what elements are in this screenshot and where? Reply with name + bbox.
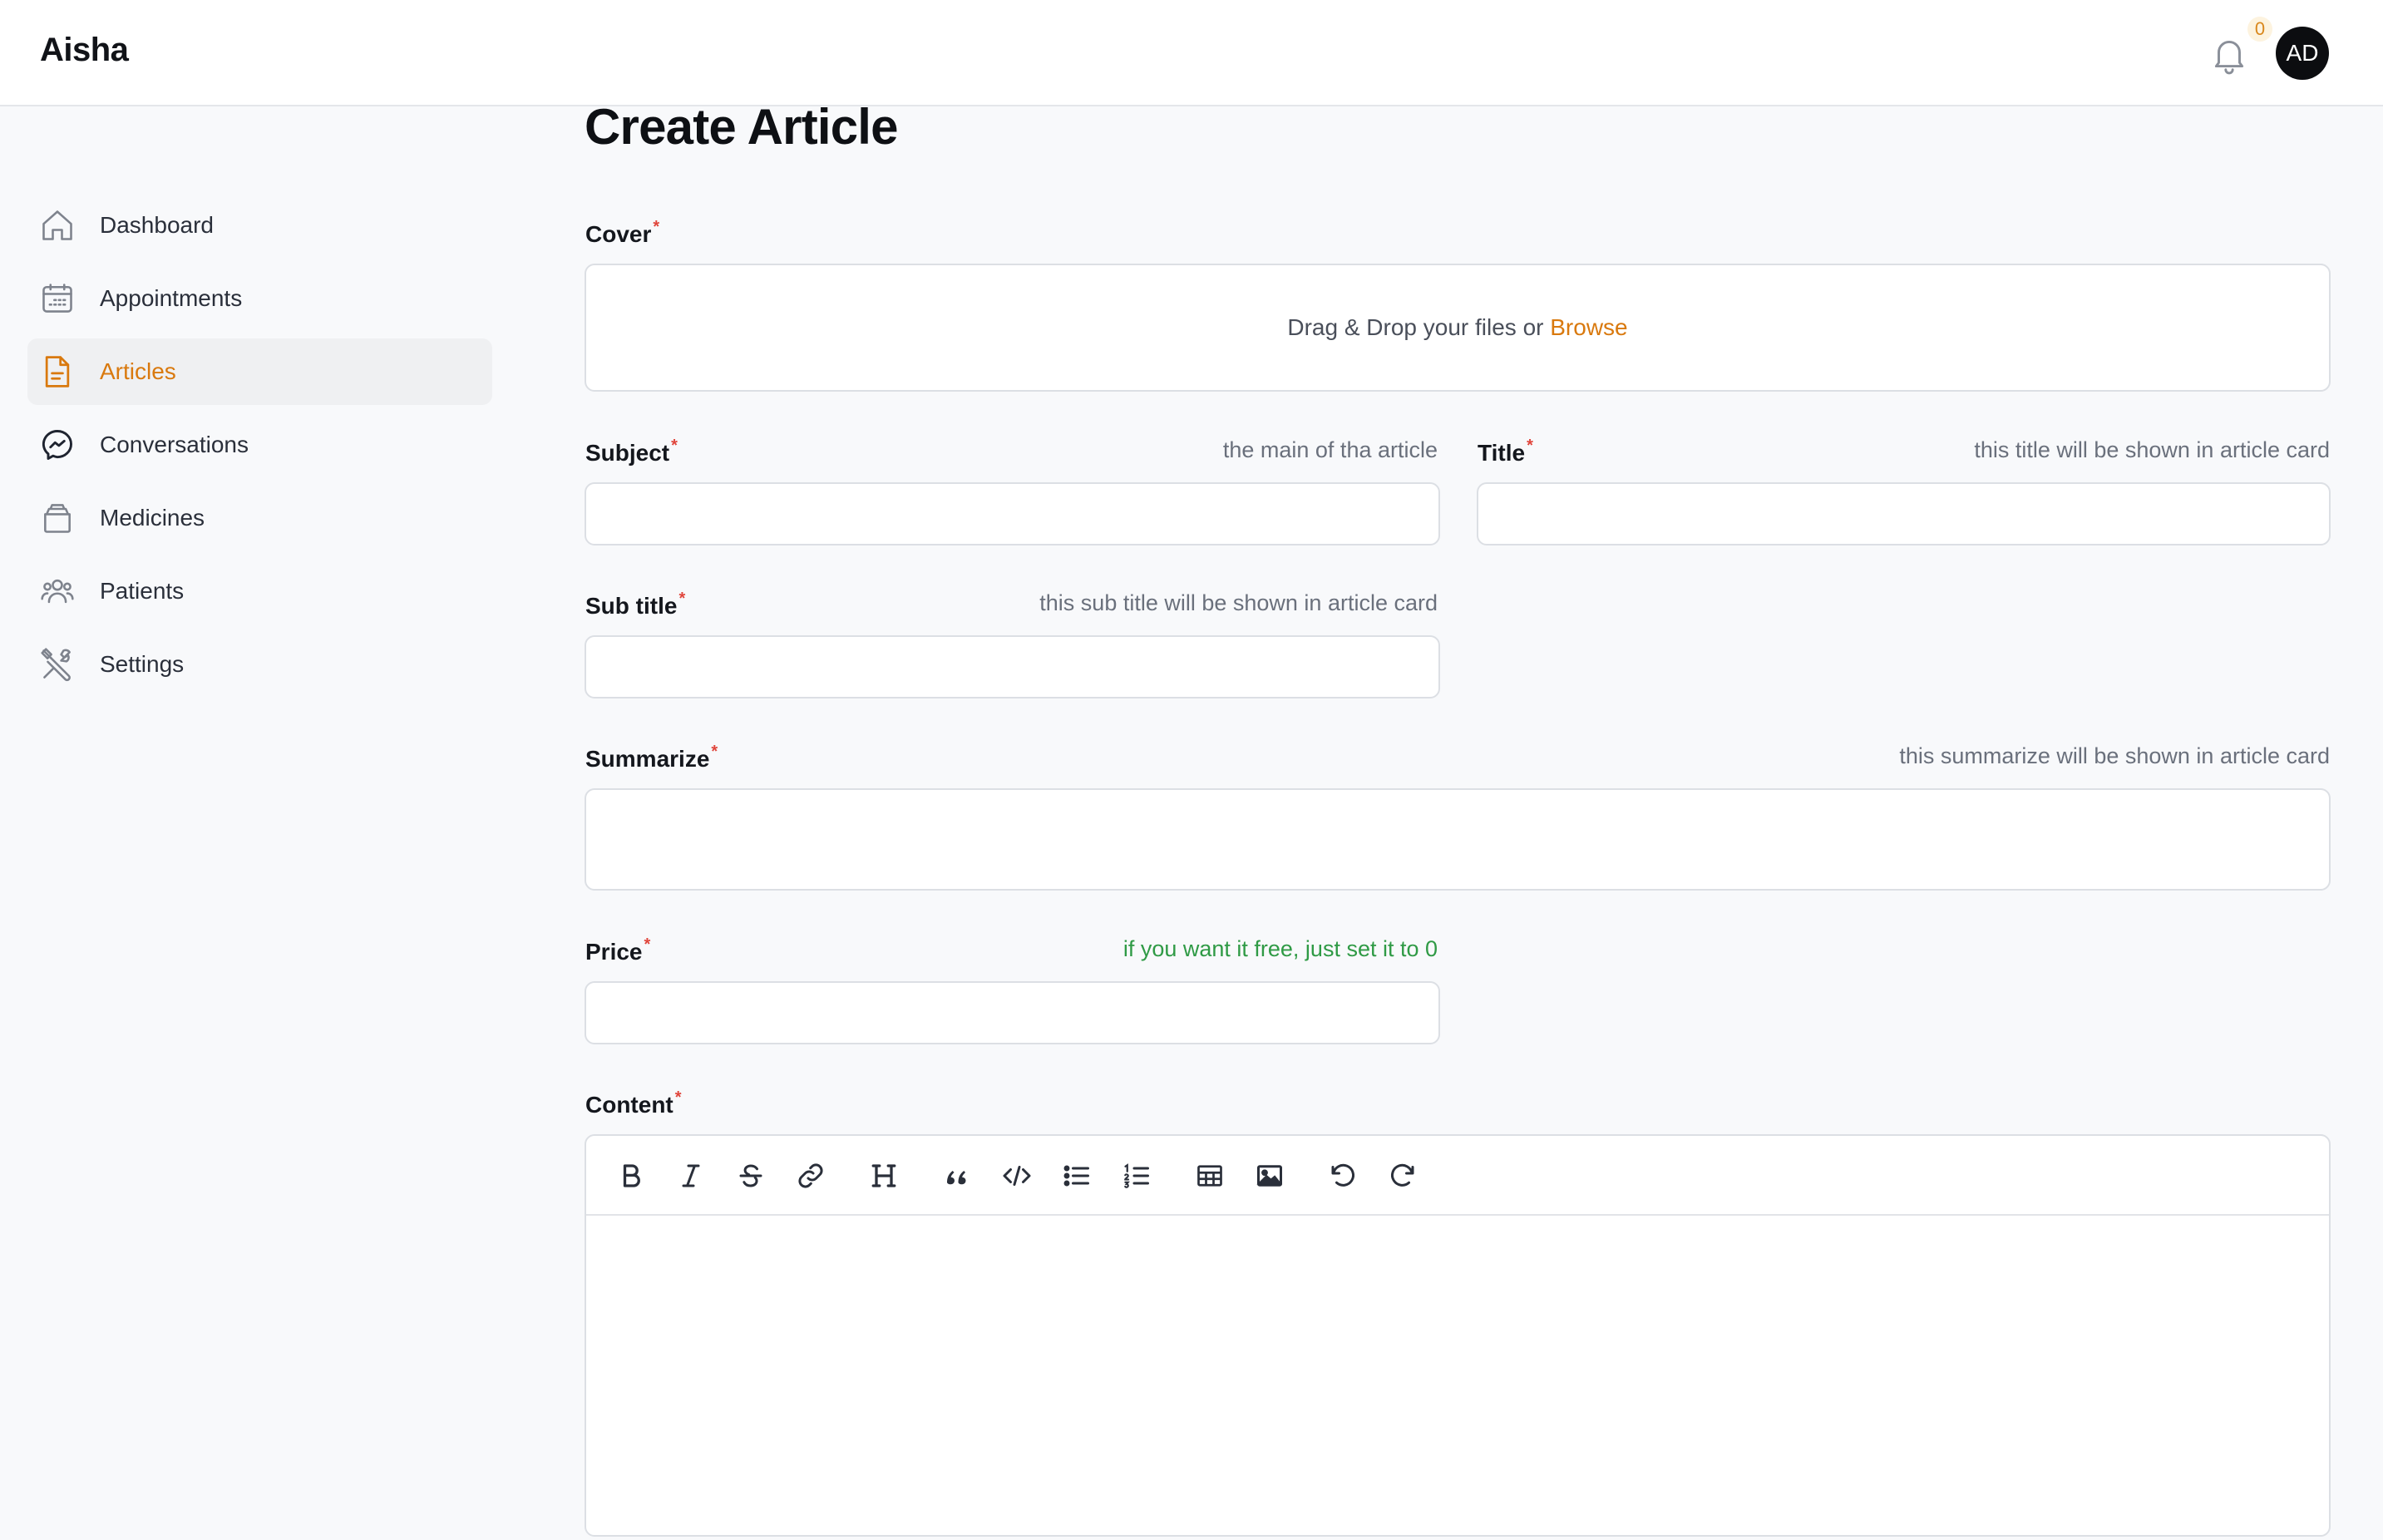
code-icon[interactable] (999, 1157, 1035, 1194)
required-mark: * (644, 935, 651, 954)
sidebar-item-label: Settings (100, 651, 185, 677)
subtitle-hint: this sub title will be shown in article … (1039, 590, 1438, 615)
quote-icon[interactable] (939, 1157, 975, 1194)
subtitle-label: Sub title * (585, 590, 686, 619)
summarize-label: Summarize * (585, 743, 718, 772)
bullet-list-icon[interactable] (1058, 1157, 1095, 1194)
sidebar-item-appointments[interactable]: Appointments (27, 265, 492, 332)
table-icon[interactable] (1192, 1157, 1228, 1194)
sidebar-item-label: Dashboard (100, 212, 214, 238)
sidebar: Dashboard Appointments Articles Conversa… (0, 108, 516, 1540)
page-title: Create Article (585, 99, 899, 155)
bold-icon[interactable] (613, 1157, 649, 1194)
title-input[interactable] (1477, 482, 2331, 545)
content-label: Content * (585, 1088, 682, 1118)
strikethrough-icon[interactable] (733, 1157, 769, 1194)
tools-icon (39, 646, 76, 683)
content-editor (585, 1134, 2331, 1537)
required-mark: * (653, 218, 660, 236)
subtitle-input[interactable] (585, 635, 1440, 698)
heading-icon[interactable] (866, 1157, 902, 1194)
link-icon[interactable] (792, 1157, 829, 1194)
price-label: Price * (585, 935, 651, 965)
summarize-textarea[interactable] (585, 788, 2331, 891)
notification-badge: 0 (2247, 17, 2272, 42)
brand-logo[interactable]: Aisha (40, 32, 129, 69)
sidebar-item-settings[interactable]: Settings (27, 631, 492, 698)
numbered-list-icon[interactable] (1118, 1157, 1155, 1194)
medicine-box-icon (39, 500, 76, 536)
calendar-icon (39, 280, 76, 317)
required-mark: * (711, 743, 718, 761)
editor-toolbar (586, 1136, 2329, 1216)
home-icon (39, 207, 76, 244)
cover-dropzone[interactable]: Drag & Drop your files or Browse (585, 264, 2331, 392)
sidebar-item-label: Patients (100, 578, 185, 604)
sidebar-item-label: Medicines (100, 505, 205, 531)
redo-icon[interactable] (1384, 1157, 1421, 1194)
messenger-icon (39, 427, 76, 463)
required-mark: * (674, 1088, 682, 1107)
required-mark: * (671, 437, 678, 455)
avatar[interactable]: AD (2276, 27, 2329, 80)
sidebar-item-label: Articles (100, 358, 176, 384)
sidebar-item-patients[interactable]: Patients (27, 558, 492, 624)
subject-hint: the main of tha article (1222, 437, 1438, 462)
summarize-hint: this summarize will be shown in article … (1899, 743, 2330, 768)
sidebar-item-label: Appointments (100, 285, 243, 311)
document-icon (39, 353, 76, 390)
title-label: Title * (1478, 437, 1533, 466)
sidebar-item-conversations[interactable]: Conversations (27, 412, 492, 478)
browse-link[interactable]: Browse (1550, 314, 1627, 340)
required-mark: * (1527, 437, 1533, 455)
cover-label: Cover * (585, 218, 660, 247)
subject-label: Subject * (585, 437, 678, 466)
editor-body[interactable] (586, 1216, 2329, 1535)
undo-icon[interactable] (1325, 1157, 1361, 1194)
price-input[interactable] (585, 981, 1440, 1044)
required-mark: * (678, 590, 686, 608)
sidebar-item-medicines[interactable]: Medicines (27, 485, 492, 551)
sidebar-item-label: Conversations (100, 432, 249, 457)
price-hint: if you want it free, just set it to 0 (1122, 936, 1438, 961)
sidebar-item-articles[interactable]: Articles (27, 338, 492, 405)
sidebar-item-dashboard[interactable]: Dashboard (27, 192, 492, 259)
dropzone-text: Drag & Drop your files or (1287, 314, 1544, 340)
italic-icon[interactable] (673, 1157, 709, 1194)
users-icon (39, 573, 76, 610)
subject-input[interactable] (585, 482, 1440, 545)
top-bar: Aisha 0 AD (0, 0, 2383, 106)
bell-icon[interactable] (2208, 33, 2250, 75)
image-icon[interactable] (1251, 1157, 1288, 1194)
title-hint: this title will be shown in article card (1974, 437, 2330, 462)
